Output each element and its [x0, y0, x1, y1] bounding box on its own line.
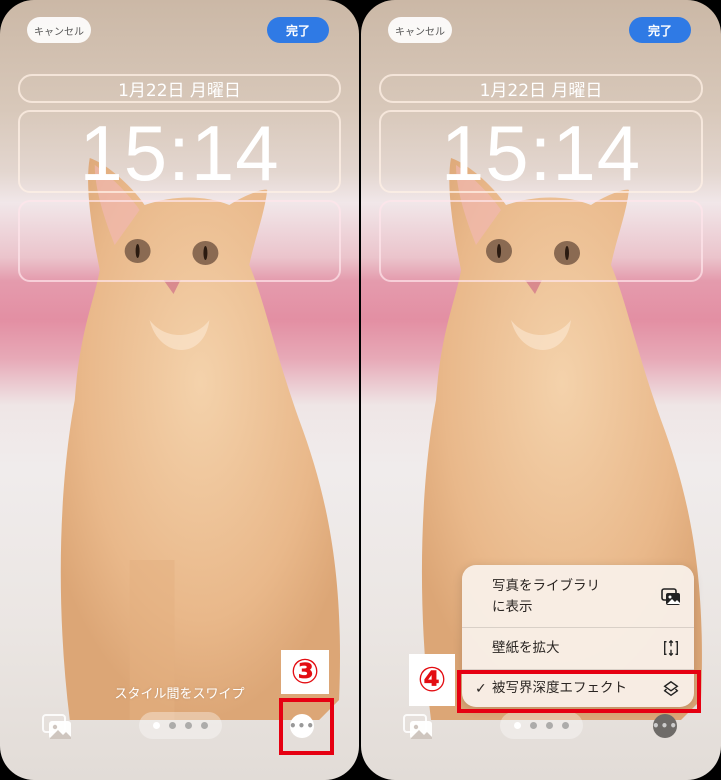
- lock-screen-editor-left: キャンセル 完了 1月22日 月曜日 15:14 スタイル間をスワイプ ••• …: [0, 0, 359, 780]
- page-dot[interactable]: [514, 722, 521, 729]
- expand-icon: [660, 637, 682, 659]
- page-dot[interactable]: [153, 722, 160, 729]
- cancel-button[interactable]: キャンセル: [27, 17, 91, 43]
- widget-area[interactable]: [18, 200, 341, 282]
- annotation-highlight-box: [279, 698, 334, 755]
- page-dot[interactable]: [530, 722, 537, 729]
- date-text: 1月22日 月曜日: [479, 81, 603, 101]
- annotation-highlight-box: [457, 670, 701, 713]
- done-button[interactable]: 完了: [267, 17, 329, 43]
- done-button[interactable]: 完了: [629, 17, 691, 43]
- lock-screen-editor-right: キャンセル 完了 1月22日 月曜日 15:14 写真をライブラリ に表示 壁紙を…: [361, 0, 721, 780]
- more-options-button[interactable]: •••: [652, 714, 679, 738]
- date-widget[interactable]: 1月22日 月曜日: [379, 74, 703, 103]
- page-dot[interactable]: [201, 722, 208, 729]
- step-label-4: ④: [409, 654, 455, 706]
- cancel-button[interactable]: キャンセル: [388, 17, 452, 43]
- page-dot[interactable]: [185, 722, 192, 729]
- clock-time: 15:14: [440, 109, 642, 197]
- page-dot[interactable]: [169, 722, 176, 729]
- page-dot[interactable]: [562, 722, 569, 729]
- menu-item-label: 壁紙を拡大: [492, 639, 560, 656]
- menu-item-label: に表示: [492, 599, 533, 615]
- clock-time: 15:14: [79, 109, 280, 197]
- photo-gallery-icon[interactable]: [42, 714, 72, 740]
- step-label-3: ③: [281, 650, 329, 694]
- date-text: 1月22日 月曜日: [118, 81, 241, 101]
- page-indicator[interactable]: [139, 712, 222, 739]
- photo-library-icon: [660, 586, 682, 608]
- menu-item-show-in-library[interactable]: 写真をライブラリ に表示: [462, 571, 694, 623]
- menu-item-zoom-wallpaper[interactable]: 壁紙を拡大: [462, 628, 694, 668]
- widget-area[interactable]: [379, 200, 703, 282]
- photo-gallery-icon[interactable]: [403, 714, 433, 740]
- ellipsis-icon: •••: [652, 719, 679, 733]
- page-indicator[interactable]: [500, 712, 583, 739]
- date-widget[interactable]: 1月22日 月曜日: [18, 74, 341, 103]
- menu-item-label: 写真をライブラリ: [492, 578, 600, 594]
- page-dot[interactable]: [546, 722, 553, 729]
